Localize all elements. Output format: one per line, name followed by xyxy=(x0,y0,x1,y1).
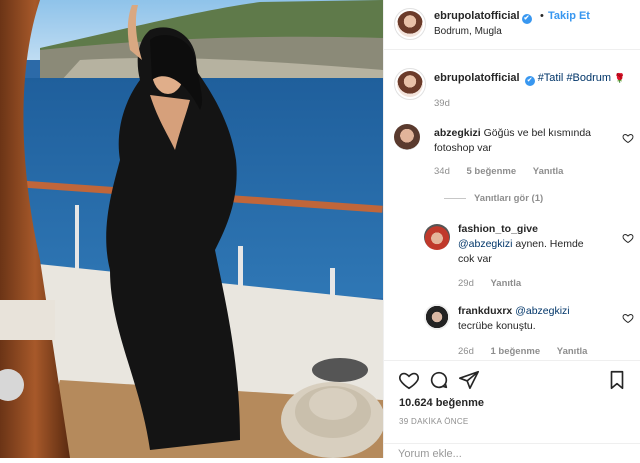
bookmark-icon[interactable] xyxy=(606,369,628,391)
reply-item: fashion_to_give @abzegkizi aynen. Hemde … xyxy=(424,222,636,292)
comment-reply-button[interactable]: Yanıtla xyxy=(533,166,564,177)
reply-meta: 29d Yanıtla xyxy=(458,278,535,289)
reply-body-line2: cok var xyxy=(458,253,492,265)
post-location[interactable]: Bodrum, Mugla xyxy=(434,26,502,37)
reply-username[interactable]: fashion_to_give xyxy=(458,223,538,235)
reply-text: fashion_to_give @abzegkizi aynen. Hemde … xyxy=(458,222,618,267)
caption-avatar[interactable] xyxy=(394,68,426,100)
header-separator: • xyxy=(540,10,544,22)
reply-reply-button[interactable]: Yanıtla xyxy=(557,346,588,357)
author-username[interactable]: ebrupolatofficial ✔ xyxy=(434,10,532,24)
author-avatar[interactable] xyxy=(394,8,426,40)
photo-illustration xyxy=(0,0,383,458)
reply-item: frankduxrx @abzegkizi tecrübe konuştu. 2… xyxy=(424,302,636,362)
post-header: ebrupolatofficial ✔ • Takip Et Bodrum, Mu… xyxy=(384,0,640,50)
caption-username[interactable]: ebrupolatofficial xyxy=(434,72,520,84)
verified-badge-icon: ✔ xyxy=(521,14,532,24)
comment-like-heart-icon[interactable] xyxy=(622,132,634,144)
reply-likes[interactable]: 1 beğenme xyxy=(491,346,541,357)
caption-text: ebrupolatofficial ✔ #Tatil #Bodrum 🌹 xyxy=(434,72,625,86)
comment-body-line1: Göğüs ve bel kısmında xyxy=(483,127,591,139)
instagram-post: ebrupolatofficial ✔ • Takip Et Bodrum, Mu… xyxy=(0,0,640,460)
view-replies-button[interactable]: Yanıtları gör (1) xyxy=(444,193,543,204)
reply-time[interactable]: 29d xyxy=(458,278,474,289)
likes-count[interactable]: 10.624 beğenme xyxy=(399,397,484,409)
post-actions: 10.624 beğenme 39 DAKİKA ÖNCE xyxy=(384,360,640,460)
reply-text: frankduxrx @abzegkizi tecrübe konuştu. xyxy=(458,304,618,334)
post-caption: ebrupolatofficial ✔ #Tatil #Bodrum 🌹 39d xyxy=(394,64,634,114)
comment-text: abzegkizi Göğüs ve bel kısmında fotoshop… xyxy=(434,126,624,156)
reply-reply-button[interactable]: Yanıtla xyxy=(491,278,522,289)
heart-icon[interactable] xyxy=(398,369,420,391)
comment-meta: 34d 5 beğenme Yanıtla xyxy=(434,166,577,177)
caption-verified-badge-icon: ✔ xyxy=(524,76,535,86)
reply-body-line1: aynen. Hemde xyxy=(515,238,584,250)
comment-composer xyxy=(384,443,640,463)
comment-likes[interactable]: 5 beğenme xyxy=(467,166,517,177)
reply-body-line2: tecrübe konuştu. xyxy=(458,320,536,332)
commenter-avatar[interactable] xyxy=(394,124,420,150)
reply-meta: 26d 1 beğenme Yanıtla xyxy=(458,346,601,357)
replies-divider xyxy=(444,197,466,199)
hashtag-bodrum[interactable]: #Bodrum xyxy=(566,72,611,84)
share-icon[interactable] xyxy=(458,369,480,391)
reply-mention[interactable]: @abzegkizi xyxy=(458,238,512,250)
comment-body-line2: fotoshop var xyxy=(434,142,492,154)
reply-like-heart-icon[interactable] xyxy=(622,312,634,324)
reply-mention[interactable]: @abzegkizi xyxy=(515,305,569,317)
post-sidebar: ebrupolatofficial ✔ • Takip Et Bodrum, Mu… xyxy=(383,0,640,460)
comment-icon[interactable] xyxy=(428,369,450,391)
post-timestamp[interactable]: 39 DAKİKA ÖNCE xyxy=(399,417,469,426)
author-username-text[interactable]: ebrupolatofficial xyxy=(434,10,520,22)
reply-time[interactable]: 26d xyxy=(458,346,474,357)
comment-item: abzegkizi Göğüs ve bel kısmında fotoshop… xyxy=(394,124,634,184)
reply-avatar[interactable] xyxy=(424,304,450,330)
post-photo[interactable] xyxy=(0,0,383,458)
hashtag-tatil[interactable]: #Tatil xyxy=(538,72,564,84)
rose-emoji: 🌹 xyxy=(614,73,626,83)
comment-time[interactable]: 34d xyxy=(434,166,450,177)
reply-username[interactable]: frankduxrx xyxy=(458,305,512,317)
comment-username[interactable]: abzegkizi xyxy=(434,127,481,139)
follow-button[interactable]: Takip Et xyxy=(548,10,590,22)
reply-like-heart-icon[interactable] xyxy=(622,232,634,244)
caption-time[interactable]: 39d xyxy=(434,98,450,109)
reply-avatar[interactable] xyxy=(424,224,450,250)
view-replies-label[interactable]: Yanıtları gör (1) xyxy=(474,193,543,204)
comment-input[interactable] xyxy=(398,448,628,460)
